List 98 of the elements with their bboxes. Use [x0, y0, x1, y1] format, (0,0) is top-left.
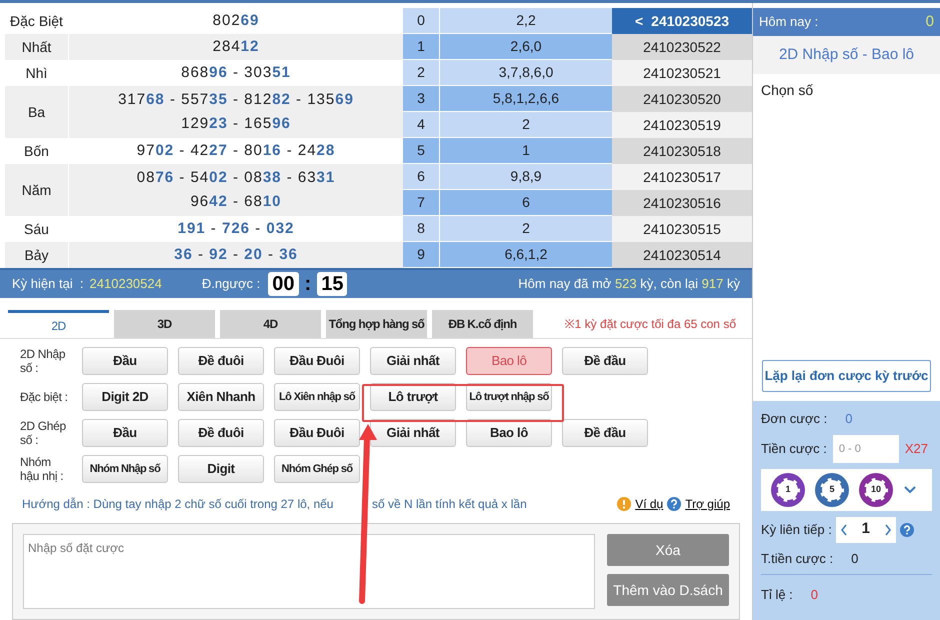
- period-cell: 2410230519: [612, 112, 752, 138]
- prize-numbers: 86896 - 30351: [181, 63, 291, 83]
- digit-values: 9,8,9: [509, 167, 543, 186]
- help-link[interactable]: Trợ giúp: [685, 495, 730, 513]
- guide-text: số về N lần tính kết quả x lần: [372, 496, 527, 513]
- digit-cell: 9: [403, 242, 440, 267]
- prize-numbers: 191 - 726 - 032: [178, 219, 294, 239]
- today-header: Hôm nay : 0: [753, 8, 940, 36]
- digit-cell: 4: [403, 112, 440, 137]
- bet-type-button[interactable]: Đầu: [82, 347, 168, 375]
- prize-numbers: 28412: [212, 37, 260, 57]
- digit-values: 2: [521, 219, 531, 238]
- period-cell: 2410230515: [612, 216, 752, 242]
- bet-type-button[interactable]: Nhóm Nhập số: [82, 455, 168, 483]
- bet-type-button[interactable]: Giải nhất: [370, 347, 456, 375]
- period-cell: 2410230516: [612, 190, 752, 216]
- row-label: Đặc biệt :: [20, 390, 69, 404]
- row-label: 2D Ghép số :: [20, 419, 67, 447]
- prize-numbers: 36 - 92 - 20 - 36: [174, 245, 298, 265]
- number-input[interactable]: Nhập số đặt cược: [23, 534, 595, 609]
- total-value: 0: [851, 550, 858, 568]
- countdown-label: Đ.ngược :: [202, 275, 260, 294]
- prize-numbers: 31768 - 55735 - 81282 - 13569: [118, 90, 354, 110]
- digit-values: 5,8,1,2,6,6: [492, 89, 560, 108]
- row-label: Nhóm hậu nhị :: [20, 455, 64, 483]
- digit-cell: 8: [403, 216, 440, 241]
- bet-type-button[interactable]: Đề đuôi: [178, 347, 264, 375]
- digit-cell: 7: [403, 190, 440, 215]
- digit-values: 2: [521, 115, 531, 134]
- bet-type-button[interactable]: Lô trượt: [370, 383, 456, 411]
- period-cell: 2410230521: [612, 60, 752, 86]
- period-cell: 2410230514: [612, 242, 752, 268]
- digit-cell: 0: [403, 8, 440, 33]
- orders-value: 0: [845, 410, 852, 428]
- digit-cell: 2: [403, 60, 440, 85]
- status-bar: Kỳ hiện tại : 2410230524 Đ.ngược : 00 : 15 Hôm nay đã mở 523 kỳ, còn lại 917 kỳ: [0, 268, 752, 298]
- countdown-minutes: 00: [268, 272, 299, 296]
- bet-type-button[interactable]: Đề đầu: [562, 419, 648, 447]
- digit-values: 3,7,8,6,0: [498, 63, 554, 82]
- period-cell: 2410230518: [612, 138, 752, 164]
- game-tab[interactable]: 3D: [114, 310, 215, 338]
- prize-numbers: 9702 - 4227 - 8016 - 2428: [136, 141, 336, 161]
- game-tab[interactable]: 4D: [220, 310, 321, 338]
- amount-label: Tiền cược :: [761, 440, 827, 458]
- bet-type-button[interactable]: Nhóm Ghép số: [274, 455, 360, 483]
- guide-text: Hướng dẫn : Dùng tay nhập 2 chữ số cuối trong 27 lô, nếu: [22, 496, 334, 513]
- countdown-seconds: 15: [317, 272, 348, 296]
- streak-stepper[interactable]: 1: [836, 516, 896, 542]
- orders-label: Đơn cược :: [761, 410, 828, 428]
- bet-type-button[interactable]: Digit 2D: [82, 383, 168, 411]
- bet-type-button[interactable]: Lô trượt nhập số: [466, 383, 552, 411]
- digit-cell: 6: [403, 164, 440, 189]
- bet-type-button[interactable]: Đề đầu: [562, 347, 648, 375]
- chip-button[interactable]: 10: [859, 472, 893, 506]
- bet-type-button[interactable]: Đầu Đuôi: [274, 347, 360, 375]
- period-cell: 2410230522: [612, 34, 752, 60]
- period-header[interactable]: < 2410230523: [612, 8, 752, 34]
- chip-button[interactable]: 1: [771, 472, 805, 506]
- digit-values: 2,6,0: [509, 37, 543, 56]
- pick-label: Chọn số: [760, 81, 814, 100]
- digit-cell: 1: [403, 34, 440, 59]
- example-link[interactable]: Ví dụ: [635, 495, 664, 513]
- period-cell: 2410230520: [612, 86, 752, 112]
- ratio-label: Tỉ lệ :: [761, 586, 793, 604]
- draw-summary: Hôm nay đã mở 523 kỳ, còn lại 917 kỳ: [518, 275, 740, 294]
- digit-values: 1: [521, 141, 531, 160]
- countdown-separator: :: [304, 272, 312, 297]
- game-tab[interactable]: Tổng hợp hàng số: [326, 310, 427, 338]
- period-cell: 2410230517: [612, 164, 752, 190]
- repeat-bet-button[interactable]: Lặp lại đơn cược kỳ trước: [762, 360, 931, 392]
- prize-numbers: 80269: [212, 11, 260, 31]
- total-label: T.tiền cược :: [761, 550, 834, 568]
- row-label: 2D Nhập số :: [20, 347, 66, 375]
- chip-button[interactable]: 5: [815, 472, 849, 506]
- bet-type-button[interactable]: Lô Xiên nhập số: [274, 383, 360, 411]
- bet-type-button[interactable]: Xiên Nhanh: [178, 383, 264, 411]
- bet-type-button[interactable]: Đầu Đuôi: [274, 419, 360, 447]
- multiplier-text: X27: [904, 440, 928, 458]
- digit-cell: 5: [403, 138, 440, 163]
- mode-title: 2D Nhập số - Bao lô: [753, 36, 940, 74]
- bet-type-button[interactable]: Đề đuôi: [178, 419, 264, 447]
- streak-label: Kỳ liên tiếp :: [761, 520, 832, 539]
- bet-type-button[interactable]: Digit: [178, 455, 264, 483]
- prize-numbers: 12923 - 16596: [181, 114, 291, 134]
- game-tab[interactable]: ĐB K.cố định: [432, 310, 533, 338]
- digit-cell: 3: [403, 86, 440, 111]
- bet-type-button[interactable]: Bao lô: [466, 419, 552, 447]
- digit-values: 6: [521, 193, 531, 212]
- bet-type-button[interactable]: Giải nhất: [370, 419, 456, 447]
- prize-numbers: 9642 - 6810: [190, 192, 282, 212]
- bet-type-button[interactable]: Đầu: [82, 419, 168, 447]
- prize-numbers: 0876 - 5402 - 0838 - 6331: [136, 168, 336, 188]
- amount-input[interactable]: 0 - 0: [832, 434, 899, 462]
- notice-text: ※1 kỳ đặt cược tối đa 65 con số: [564, 316, 737, 333]
- ratio-value: 0: [810, 586, 818, 604]
- current-period: 2410230524: [90, 275, 162, 294]
- digit-values: 2,2: [515, 11, 537, 30]
- digit-values: 6,6,1,2: [504, 245, 548, 264]
